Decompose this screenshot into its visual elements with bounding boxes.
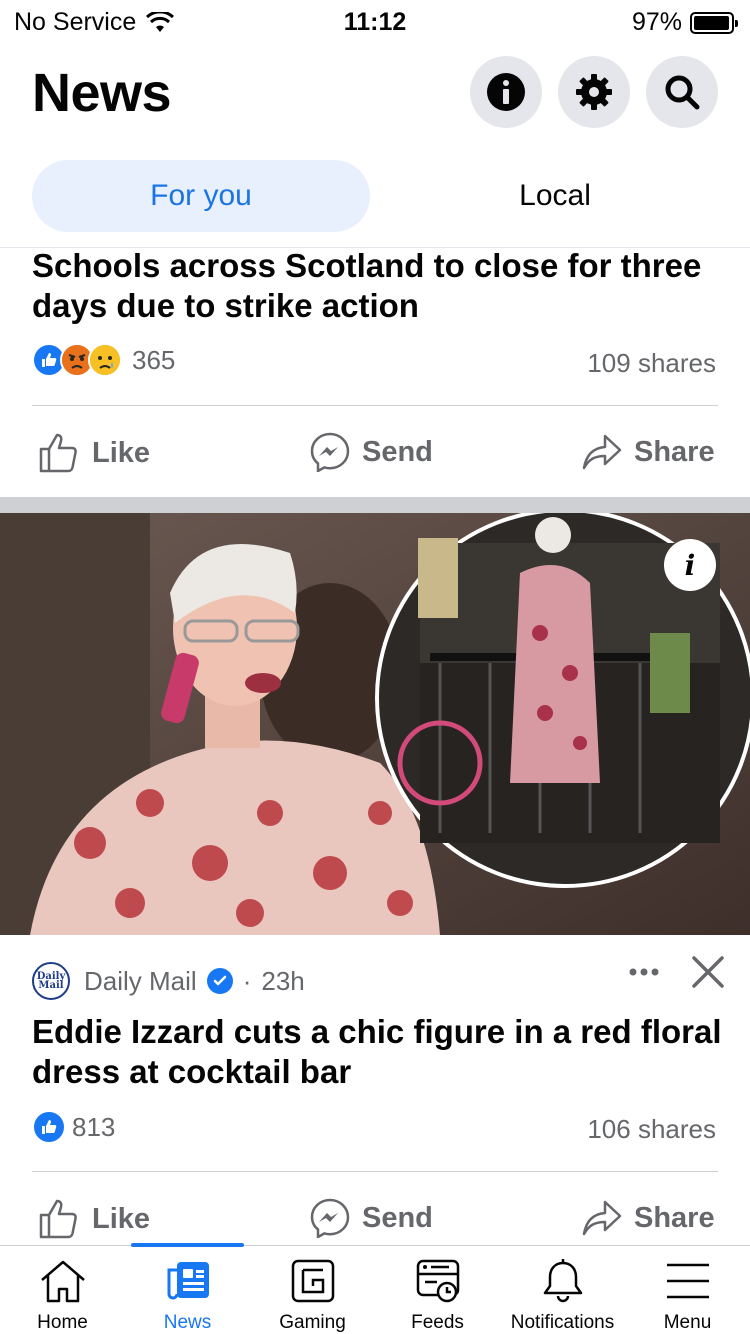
bottom-nav: Home News Gaming Feeds Notifications Men… [0, 1243, 750, 1334]
news-tabs: For you Local [0, 160, 750, 248]
share-arrow-icon [582, 434, 622, 470]
post-image[interactable] [0, 513, 750, 935]
thumbs-up-icon [39, 1199, 77, 1239]
tab-local[interactable]: Local [386, 160, 724, 232]
nav-label: Gaming [279, 1312, 346, 1333]
thumbs-up-icon [39, 433, 77, 473]
verified-badge-icon [206, 968, 233, 994]
photo-illustration [0, 513, 750, 935]
post-time: 23h [261, 965, 305, 996]
nav-news[interactable]: News [125, 1246, 250, 1334]
reaction-summary[interactable]: 365 [32, 343, 175, 377]
hide-post-button[interactable] [688, 952, 728, 997]
share-label: Share [634, 435, 715, 468]
share-count[interactable]: 109 shares [587, 348, 716, 379]
divider [32, 405, 718, 406]
feed-separator [0, 497, 750, 513]
sad-reaction-icon [88, 343, 122, 377]
news-icon [167, 1262, 209, 1300]
nav-home[interactable]: Home [0, 1246, 125, 1334]
nav-label: Menu [663, 1312, 712, 1333]
tab-for-you[interactable]: For you [32, 160, 370, 232]
image-info-button[interactable]: i [664, 539, 716, 591]
share-count[interactable]: 106 shares [587, 1114, 716, 1145]
search-icon [665, 75, 700, 110]
page-title: News [32, 63, 172, 123]
nav-label: Notifications [510, 1312, 615, 1333]
like-label: Like [92, 1202, 151, 1235]
feeds-icon [416, 1259, 459, 1303]
send-label: Send [362, 435, 433, 468]
battery-percent: 97% [631, 8, 682, 36]
bell-icon [543, 1259, 582, 1303]
gear-icon [576, 74, 612, 110]
info-icon: i [684, 548, 696, 582]
send-button[interactable]: Send [310, 432, 433, 472]
share-button[interactable]: Share [582, 1198, 715, 1238]
close-icon [692, 956, 724, 988]
post-source-row: Daily Mail Daily Mail · 23h [32, 962, 305, 1000]
nav-label: Home [37, 1312, 88, 1333]
page-header: News [0, 56, 750, 128]
hamburger-menu-icon [666, 1263, 709, 1299]
reaction-summary[interactable]: 813 [32, 1110, 115, 1144]
share-arrow-icon [582, 1200, 622, 1236]
nav-feeds[interactable]: Feeds [375, 1246, 500, 1334]
reaction-count: 813 [72, 1111, 116, 1142]
nav-gaming[interactable]: Gaming [250, 1246, 375, 1334]
search-button[interactable] [646, 56, 718, 128]
more-dots-icon [629, 968, 659, 976]
daily-mail-logo[interactable]: Daily Mail [32, 962, 70, 1000]
nav-notifications[interactable]: Notifications [500, 1246, 625, 1334]
like-button[interactable]: Like [38, 1198, 150, 1240]
gaming-icon [291, 1259, 334, 1303]
nav-label: News [163, 1312, 212, 1333]
post-title[interactable]: Schools across Scotland to close for thr… [32, 246, 722, 326]
battery-icon [690, 11, 738, 34]
send-button[interactable]: Send [310, 1198, 433, 1238]
source-name[interactable]: Daily Mail [84, 966, 197, 997]
battery-fill [694, 15, 729, 30]
info-button[interactable] [470, 56, 542, 128]
info-icon [487, 73, 525, 111]
home-icon [40, 1260, 85, 1303]
like-label: Like [92, 436, 151, 469]
more-options-button[interactable] [628, 960, 660, 989]
nav-label: Feeds [411, 1312, 464, 1333]
meta-separator: · [242, 965, 252, 996]
status-right: 97% [631, 8, 738, 37]
reaction-count: 365 [132, 344, 176, 375]
post-title[interactable]: Eddie Izzard cuts a chic figure in a red… [32, 1012, 722, 1092]
like-reaction-icon [32, 1110, 66, 1144]
share-label: Share [634, 1201, 715, 1234]
nav-menu[interactable]: Menu [625, 1246, 750, 1334]
messenger-icon [310, 1198, 350, 1238]
divider [32, 1171, 718, 1172]
messenger-icon [310, 432, 350, 472]
status-bar: No Service 11:12 97% [0, 0, 750, 44]
send-label: Send [362, 1201, 433, 1234]
share-button[interactable]: Share [582, 432, 715, 472]
settings-button[interactable] [558, 56, 630, 128]
like-button[interactable]: Like [38, 432, 150, 474]
